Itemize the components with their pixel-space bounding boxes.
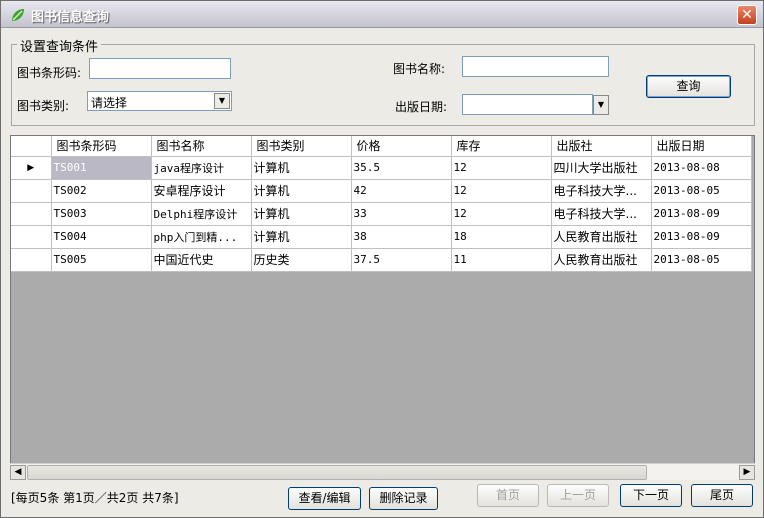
table-cell[interactable]: 电子科技大学... <box>551 179 652 203</box>
scroll-left-icon[interactable]: ◀ <box>10 465 26 480</box>
scroll-right-icon[interactable]: ▶ <box>739 465 755 480</box>
table-cell[interactable]: 18 <box>451 225 552 249</box>
table-cell[interactable]: 2013-08-09 <box>651 225 752 249</box>
row-header[interactable] <box>11 179 52 203</box>
table-cell[interactable]: 历史类 <box>251 248 352 272</box>
table-cell[interactable]: TS005 <box>51 248 152 272</box>
close-button[interactable]: ✕ <box>737 5 757 25</box>
table-cell[interactable]: 42 <box>351 179 452 203</box>
app-leaf-icon <box>12 9 24 21</box>
table-cell[interactable]: 计算机 <box>251 179 352 203</box>
table-cell[interactable]: 人民教育出版社 <box>551 225 652 249</box>
publish-date-input[interactable] <box>462 94 593 115</box>
book-name-label: 图书名称: <box>393 62 446 76</box>
table-cell[interactable]: 2013-08-09 <box>651 202 752 226</box>
column-header[interactable]: 出版日期 <box>651 136 752 157</box>
table-row[interactable]: TS002 安卓程序设计 计算机 42 12 电子科技大学... 2013-08… <box>11 179 752 203</box>
table-cell[interactable]: 计算机 <box>251 225 352 249</box>
table-cell[interactable]: 12 <box>451 202 552 226</box>
table-cell[interactable]: 计算机 <box>251 156 352 180</box>
table-row[interactable]: ▶ TS001 java程序设计 计算机 35.5 12 四川大学出版社 201… <box>11 156 752 180</box>
book-query-window: 图书信息查询 ✕ 设置查询条件 图书条形码: 图书名称: 查询 图书类别: 请选… <box>0 0 764 518</box>
row-header[interactable] <box>11 202 52 226</box>
table-cell[interactable]: TS001 <box>51 156 152 180</box>
table-cell[interactable]: 35.5 <box>351 156 452 180</box>
row-header[interactable] <box>11 248 52 272</box>
table-cell[interactable]: TS004 <box>51 225 152 249</box>
book-table: 图书条形码 图书名称 图书类别 价格 库存 出版社 出版日期 ▶ TS001 j… <box>11 136 752 272</box>
column-header[interactable]: 价格 <box>351 136 452 157</box>
category-selected: 请选择 <box>91 96 128 110</box>
query-group-title: 设置查询条件 <box>17 36 102 55</box>
table-cell[interactable]: 电子科技大学... <box>551 202 652 226</box>
table-cell[interactable]: 33 <box>351 202 452 226</box>
current-row-indicator-icon[interactable]: ▶ <box>11 156 52 180</box>
table-cell[interactable]: 37.5 <box>351 248 452 272</box>
table-cell[interactable]: 四川大学出版社 <box>551 156 652 180</box>
dropdown-arrow-icon[interactable]: ▼ <box>214 93 230 109</box>
table-cell[interactable]: TS003 <box>51 202 152 226</box>
table-cell[interactable]: 2013-08-05 <box>651 248 752 272</box>
table-cell[interactable]: 12 <box>451 179 552 203</box>
table-cell[interactable]: Delphi程序设计 <box>151 202 252 226</box>
table-cell[interactable]: 安卓程序设计 <box>151 179 252 203</box>
category-select[interactable]: 请选择 ▼ <box>87 91 232 111</box>
book-data-grid: 图书条形码 图书名称 图书类别 价格 库存 出版社 出版日期 ▶ TS001 j… <box>10 135 755 480</box>
paging-status: [每页5条 第1页／共2页 共7条] <box>11 491 179 505</box>
last-page-button[interactable]: 尾页 <box>691 484 753 507</box>
horizontal-scrollbar[interactable]: ◀ ▶ <box>10 463 755 480</box>
table-cell[interactable]: 2013-08-08 <box>651 156 752 180</box>
scroll-thumb[interactable] <box>27 465 647 480</box>
table-row[interactable]: TS005 中国近代史 历史类 37.5 11 人民教育出版社 2013-08-… <box>11 248 752 272</box>
table-row[interactable]: TS004 php入门到精... 计算机 38 18 人民教育出版社 2013-… <box>11 225 752 249</box>
row-header[interactable] <box>11 225 52 249</box>
first-page-button[interactable]: 首页 <box>477 484 539 507</box>
title-bar: 图书信息查询 ✕ <box>1 1 763 28</box>
table-cell[interactable]: 11 <box>451 248 552 272</box>
column-header[interactable]: 出版社 <box>551 136 652 157</box>
window-title: 图书信息查询 <box>31 10 110 25</box>
table-cell[interactable]: 38 <box>351 225 452 249</box>
table-cell[interactable]: 2013-08-05 <box>651 179 752 203</box>
table-cell[interactable]: 中国近代史 <box>151 248 252 272</box>
table-cell[interactable]: php入门到精... <box>151 225 252 249</box>
column-header[interactable]: 库存 <box>451 136 552 157</box>
table-header-row: 图书条形码 图书名称 图书类别 价格 库存 出版社 出版日期 <box>11 136 752 157</box>
barcode-input[interactable] <box>89 58 231 79</box>
column-header[interactable]: 图书类别 <box>251 136 352 157</box>
delete-record-button[interactable]: 删除记录 <box>369 487 438 510</box>
table-cell[interactable]: 计算机 <box>251 202 352 226</box>
barcode-label: 图书条形码: <box>17 66 82 80</box>
view-edit-button[interactable]: 查看/编辑 <box>288 487 361 510</box>
table-cell[interactable]: java程序设计 <box>151 156 252 180</box>
table-cell[interactable]: 人民教育出版社 <box>551 248 652 272</box>
table-cell[interactable]: TS002 <box>51 179 152 203</box>
category-label: 图书类别: <box>17 99 70 113</box>
next-page-button[interactable]: 下一页 <box>620 484 682 507</box>
prev-page-button[interactable]: 上一页 <box>547 484 609 507</box>
table-cell[interactable]: 12 <box>451 156 552 180</box>
column-header[interactable]: 图书条形码 <box>51 136 152 157</box>
book-name-input[interactable] <box>462 56 609 77</box>
search-button[interactable]: 查询 <box>646 75 731 98</box>
column-header[interactable]: 图书名称 <box>151 136 252 157</box>
table-row[interactable]: TS003 Delphi程序设计 计算机 33 12 电子科技大学... 201… <box>11 202 752 226</box>
publish-date-label: 出版日期: <box>395 100 448 114</box>
date-picker-dropdown-icon[interactable]: ▼ <box>593 95 609 115</box>
row-header-corner <box>11 136 52 157</box>
query-groupbox <box>11 44 755 126</box>
